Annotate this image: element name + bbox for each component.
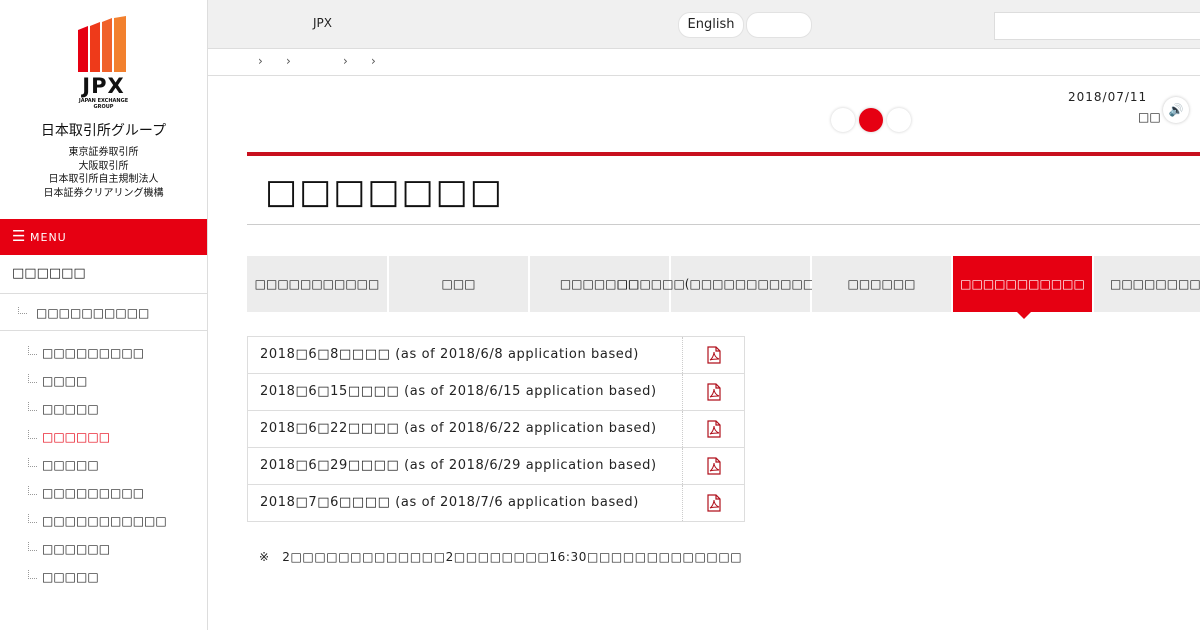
tab-item[interactable]: □□□□□□□□□□ bbox=[1094, 256, 1200, 312]
pdf-icon[interactable] bbox=[705, 383, 723, 401]
sidebar-item[interactable]: □□□□□ bbox=[0, 452, 207, 480]
sidebar-item-active[interactable]: □□□□□□ bbox=[0, 424, 207, 452]
english-button[interactable]: English bbox=[678, 12, 744, 38]
sidebar-title[interactable]: □□□□□□ bbox=[0, 255, 207, 294]
pdf-icon[interactable] bbox=[705, 420, 723, 438]
language-button[interactable] bbox=[746, 12, 812, 38]
page-title: □□□□□□□ bbox=[265, 172, 504, 212]
tree-connector bbox=[28, 374, 37, 383]
pdf-cell bbox=[682, 337, 744, 373]
breadcrumb-separator: › bbox=[343, 54, 348, 68]
breadcrumb-separator: › bbox=[258, 54, 263, 68]
sidebar-item[interactable]: □□□□□□ bbox=[0, 536, 207, 564]
sidebar-sub-item-label: □□□□□□□□□□ bbox=[36, 306, 150, 320]
speaker-icon[interactable]: 🔊 bbox=[1163, 97, 1189, 123]
sidebar-item-label: □□□□□□□□□ bbox=[42, 346, 145, 360]
brand-block[interactable]: JPX JAPAN EXCHANGE GROUP 日本取引所グループ 東京証券取… bbox=[0, 0, 207, 219]
document-link[interactable]: 2018□6□15□□□□ (as of 2018/6/15 applicati… bbox=[260, 384, 657, 399]
breadcrumb: › › › › bbox=[208, 49, 1200, 76]
pdf-cell bbox=[682, 374, 744, 410]
sidebar-item[interactable]: □□□□□ bbox=[0, 564, 207, 592]
tab-item[interactable]: □□□ bbox=[389, 256, 528, 312]
table-row: 2018□7□6□□□□ (as of 2018/7/6 application… bbox=[248, 485, 744, 521]
subsidiary-item: 大阪取引所 bbox=[78, 160, 129, 172]
sidebar-item-label: □□□□□□ bbox=[42, 542, 111, 556]
text-size-large-button[interactable] bbox=[887, 108, 911, 132]
logo-text: JPX bbox=[82, 74, 125, 98]
group-name: 日本取引所グループ bbox=[40, 123, 167, 139]
pdf-icon[interactable] bbox=[705, 346, 723, 364]
tab-item[interactable]: □□□□□□□□□□□ bbox=[247, 256, 387, 312]
tree-connector bbox=[28, 514, 37, 523]
sidebar-item-label: □□□□□□□□□ bbox=[42, 486, 145, 500]
date-sub-label: □□ bbox=[1138, 110, 1161, 124]
menu-button[interactable]: ☰ MENU bbox=[0, 219, 207, 255]
sidebar-item[interactable]: □□□□□□□□□ bbox=[0, 340, 207, 368]
document-link[interactable]: 2018□6□29□□□□ (as of 2018/6/29 applicati… bbox=[260, 458, 657, 473]
text-size-medium-button[interactable] bbox=[859, 108, 883, 132]
sidebar-item[interactable]: □□□□□□□□□□□ bbox=[0, 508, 207, 536]
subsidiary-item: 東京証券取引所 bbox=[68, 147, 139, 158]
title-rule bbox=[247, 152, 1200, 156]
table-row: 2018□6□15□□□□ (as of 2018/6/15 applicati… bbox=[248, 374, 744, 411]
tree-connector bbox=[28, 570, 37, 579]
tree-connector bbox=[28, 402, 37, 411]
sidebar-item-label: □□□□□ bbox=[42, 458, 99, 472]
top-bar: JPX English bbox=[208, 0, 1200, 49]
sidebar-sub-item[interactable]: □□□□□□□□□□ bbox=[0, 294, 207, 331]
pdf-cell bbox=[682, 411, 744, 447]
sidebar-item[interactable]: □□□□□ bbox=[0, 396, 207, 424]
document-link[interactable]: 2018□6□8□□□□ (as of 2018/6/8 application… bbox=[260, 347, 639, 362]
tree-connector bbox=[18, 307, 27, 314]
logo-sub-line-2: GROUP bbox=[93, 104, 114, 110]
subsidiary-item: 日本取引所自主規制法人 bbox=[48, 174, 159, 185]
footnote: ※ 2□□□□□□□□□□□□□2□□□□□□□□16:30□□□□□□□□□□… bbox=[259, 550, 743, 564]
breadcrumb-separator: › bbox=[286, 54, 291, 68]
table-row: 2018□6□8□□□□ (as of 2018/6/8 application… bbox=[248, 337, 744, 374]
tree-connector bbox=[28, 458, 37, 467]
pdf-cell bbox=[682, 485, 744, 521]
logo-subtitle: JAPAN EXCHANGE GROUP bbox=[0, 98, 207, 110]
tab-item-active[interactable]: □□□□□□□□□□□ bbox=[953, 256, 1092, 312]
tree-connector bbox=[28, 346, 37, 355]
jpx-link[interactable]: JPX bbox=[313, 16, 332, 30]
title-divider bbox=[247, 224, 1200, 225]
tree-connector bbox=[28, 542, 37, 551]
sidebar: JPX JAPAN EXCHANGE GROUP 日本取引所グループ 東京証券取… bbox=[0, 0, 208, 630]
sidebar-title-label: □□□□□□ bbox=[12, 266, 86, 281]
tab-item[interactable]: □□□□□□(□□□□□□□□□□□□□□□) bbox=[617, 256, 864, 312]
text-size-small-button[interactable] bbox=[831, 108, 855, 132]
sidebar-nav-list: □□□□□□□□□ □□□□ □□□□□ □□□□□□ □□□□□ □□□□□□… bbox=[0, 340, 207, 592]
sidebar-item[interactable]: □□□□□□□□□ bbox=[0, 480, 207, 508]
tab-item[interactable]: □□□□□□ bbox=[812, 256, 951, 312]
document-link[interactable]: 2018□7□6□□□□ (as of 2018/7/6 application… bbox=[260, 495, 639, 510]
document-table: 2018□6□8□□□□ (as of 2018/6/8 application… bbox=[247, 336, 745, 522]
tree-connector bbox=[28, 486, 37, 495]
sidebar-item[interactable]: □□□□ bbox=[0, 368, 207, 396]
menu-label: MENU bbox=[30, 231, 67, 244]
jpx-logo-icon bbox=[78, 16, 126, 72]
table-row: 2018□6□29□□□□ (as of 2018/6/29 applicati… bbox=[248, 448, 744, 485]
pdf-cell bbox=[682, 448, 744, 484]
hamburger-icon: ☰ bbox=[12, 227, 27, 245]
table-row: 2018□6□22□□□□ (as of 2018/6/22 applicati… bbox=[248, 411, 744, 448]
document-link[interactable]: 2018□6□22□□□□ (as of 2018/6/22 applicati… bbox=[260, 421, 657, 436]
tab-bar: □□□□□□□□□□□ □□□ □□□□□□□ □□□□□□(□□□□□□□□□… bbox=[247, 256, 1200, 312]
date-label: 2018/07/11 bbox=[1068, 90, 1148, 104]
pdf-icon[interactable] bbox=[705, 457, 723, 475]
sidebar-item-label: □□□□□□□□□□□ bbox=[42, 514, 167, 528]
breadcrumb-separator: › bbox=[371, 54, 376, 68]
search-input[interactable] bbox=[994, 12, 1200, 40]
sidebar-item-label: □□□□ bbox=[42, 374, 88, 388]
tree-connector bbox=[28, 430, 37, 439]
sidebar-item-label: □□□□□ bbox=[42, 402, 99, 416]
sidebar-item-label: □□□□□□ bbox=[42, 430, 111, 444]
sidebar-item-label: □□□□□ bbox=[42, 570, 99, 584]
pdf-icon[interactable] bbox=[705, 494, 723, 512]
active-tab-indicator bbox=[1017, 312, 1031, 319]
subsidiary-item: 日本証券クリアリング機構 bbox=[43, 187, 164, 199]
subsidiary-list: 東京証券取引所 大阪取引所 日本取引所自主規制法人 日本証券クリアリング機構 bbox=[0, 146, 207, 200]
